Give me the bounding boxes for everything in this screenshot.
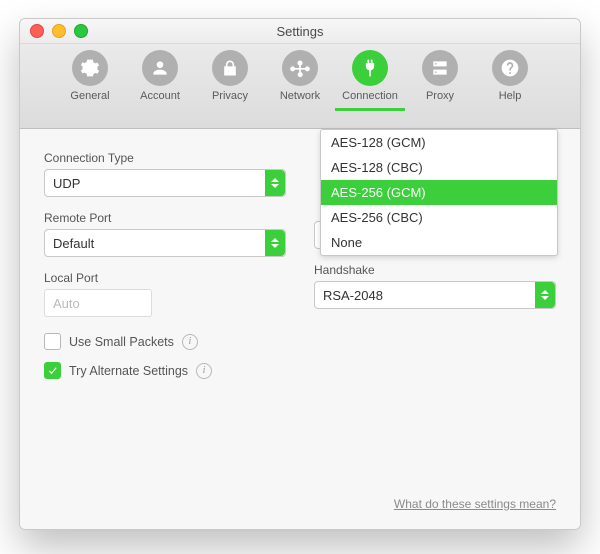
remote-port-label: Remote Port — [44, 211, 286, 225]
toolbar: General Account Privacy Network Connecti… — [20, 44, 580, 129]
tab-proxy[interactable]: Proxy — [405, 50, 475, 111]
tab-label: Proxy — [426, 90, 454, 102]
dropdown-option[interactable]: AES-128 (CBC) — [321, 155, 557, 180]
local-port-placeholder: Auto — [53, 296, 80, 311]
gear-icon — [72, 50, 108, 86]
encryption-dropdown[interactable]: AES-128 (GCM) AES-128 (CBC) AES-256 (GCM… — [320, 129, 558, 256]
chevron-updown-icon — [265, 230, 285, 256]
tab-label: Help — [499, 90, 522, 102]
local-port-label: Local Port — [44, 271, 286, 285]
chevron-updown-icon — [265, 170, 285, 196]
tab-connection[interactable]: Connection — [335, 50, 405, 111]
lock-icon — [212, 50, 248, 86]
handshake-value: RSA-2048 — [323, 288, 383, 303]
tab-help[interactable]: Help — [475, 50, 545, 111]
connection-type-label: Connection Type — [44, 151, 286, 165]
network-icon — [282, 50, 318, 86]
tab-label: Privacy — [212, 90, 248, 102]
tab-network[interactable]: Network — [265, 50, 335, 111]
dropdown-option[interactable]: None — [321, 230, 557, 255]
use-small-packets-label: Use Small Packets — [69, 335, 174, 349]
try-alternate-label: Try Alternate Settings — [69, 364, 188, 378]
tab-label: General — [70, 90, 109, 102]
connection-type-value: UDP — [53, 176, 80, 191]
person-icon — [142, 50, 178, 86]
info-icon[interactable]: i — [196, 363, 212, 379]
try-alternate-checkbox[interactable] — [44, 362, 61, 379]
plug-icon — [352, 50, 388, 86]
server-icon — [422, 50, 458, 86]
connection-type-select[interactable]: UDP — [44, 169, 286, 197]
handshake-label: Handshake — [314, 263, 556, 277]
remote-port-select[interactable]: Default — [44, 229, 286, 257]
question-icon — [492, 50, 528, 86]
tab-account[interactable]: Account — [125, 50, 195, 111]
dropdown-option[interactable]: AES-256 (CBC) — [321, 205, 557, 230]
use-small-packets-checkbox[interactable] — [44, 333, 61, 350]
help-link[interactable]: What do these settings mean? — [394, 497, 556, 511]
tab-general[interactable]: General — [55, 50, 125, 111]
tab-label: Account — [140, 90, 180, 102]
chevron-updown-icon — [535, 282, 555, 308]
remote-port-value: Default — [53, 236, 94, 251]
local-port-input[interactable]: Auto — [44, 289, 152, 317]
dropdown-option[interactable]: AES-128 (GCM) — [321, 130, 557, 155]
settings-window: Settings General Account Privacy Network — [19, 18, 581, 530]
left-column: Connection Type UDP Remote Port Default … — [44, 147, 286, 511]
window-title: Settings — [20, 24, 580, 39]
dropdown-option-selected[interactable]: AES-256 (GCM) — [321, 180, 557, 205]
titlebar: Settings — [20, 19, 580, 44]
tab-label: Connection — [342, 90, 398, 102]
info-icon[interactable]: i — [182, 334, 198, 350]
tab-label: Network — [280, 90, 320, 102]
handshake-select[interactable]: RSA-2048 — [314, 281, 556, 309]
content-area: Connection Type UDP Remote Port Default … — [20, 129, 580, 529]
tab-privacy[interactable]: Privacy — [195, 50, 265, 111]
